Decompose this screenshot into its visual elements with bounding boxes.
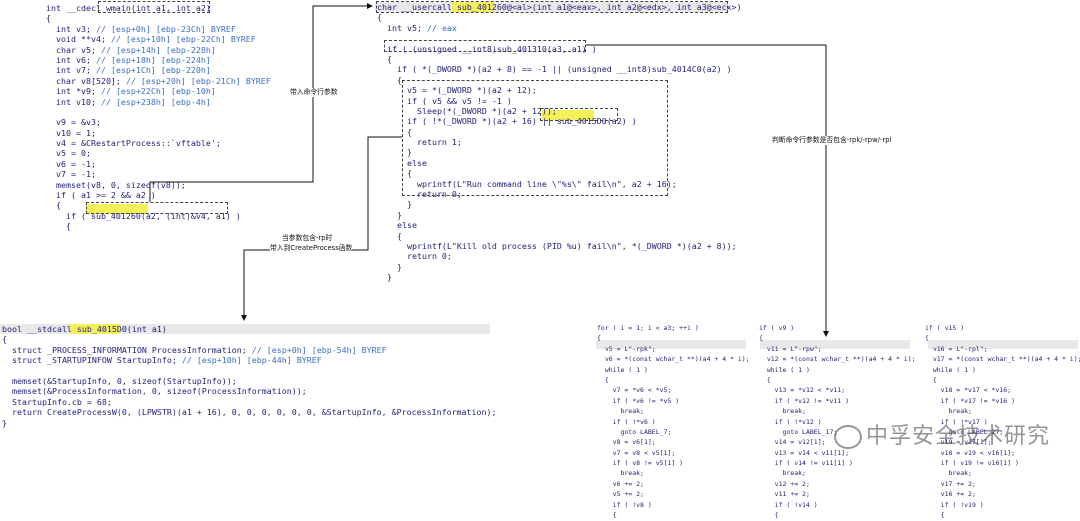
note-rp-line1: 当参数包含-rp时 xyxy=(282,234,333,243)
flow-arrows xyxy=(149,3,829,337)
code-line: if ( !v8 ) xyxy=(597,500,652,509)
note-pass-args: 带入命令行参数 xyxy=(290,88,338,97)
note-rp-line2: 带入到CreateProcess函数 xyxy=(270,244,353,253)
arrow-to-arg-checks xyxy=(586,44,829,337)
code-line: v6 += 2; xyxy=(597,479,644,488)
code-line: v5 += 2; xyxy=(597,490,644,499)
code-line: { xyxy=(759,511,779,520)
code-line: v17 += 2; xyxy=(925,479,976,488)
code-line: { xyxy=(925,511,945,520)
watermark: 中孚安全技术研究 xyxy=(833,418,1050,450)
arrow-to-sub4015d0 xyxy=(241,136,402,321)
code-line: v12 += 2; xyxy=(759,479,810,488)
code-line: if ( !v14 ) xyxy=(759,500,818,509)
wechat-logo-icon xyxy=(833,425,862,449)
code-line: v11 += 2; xyxy=(759,490,810,499)
arrow-to-sub401260 xyxy=(149,3,373,202)
note-check-args: 判断命令行参数是否包含-rpk/-rpw/-rpl xyxy=(772,136,892,145)
code-line: { xyxy=(597,511,617,520)
code-line: if ( !v19 ) xyxy=(925,500,984,509)
watermark-text: 中孚安全技术研究 xyxy=(865,424,1050,449)
code-line: v16 += 2; xyxy=(925,490,976,499)
